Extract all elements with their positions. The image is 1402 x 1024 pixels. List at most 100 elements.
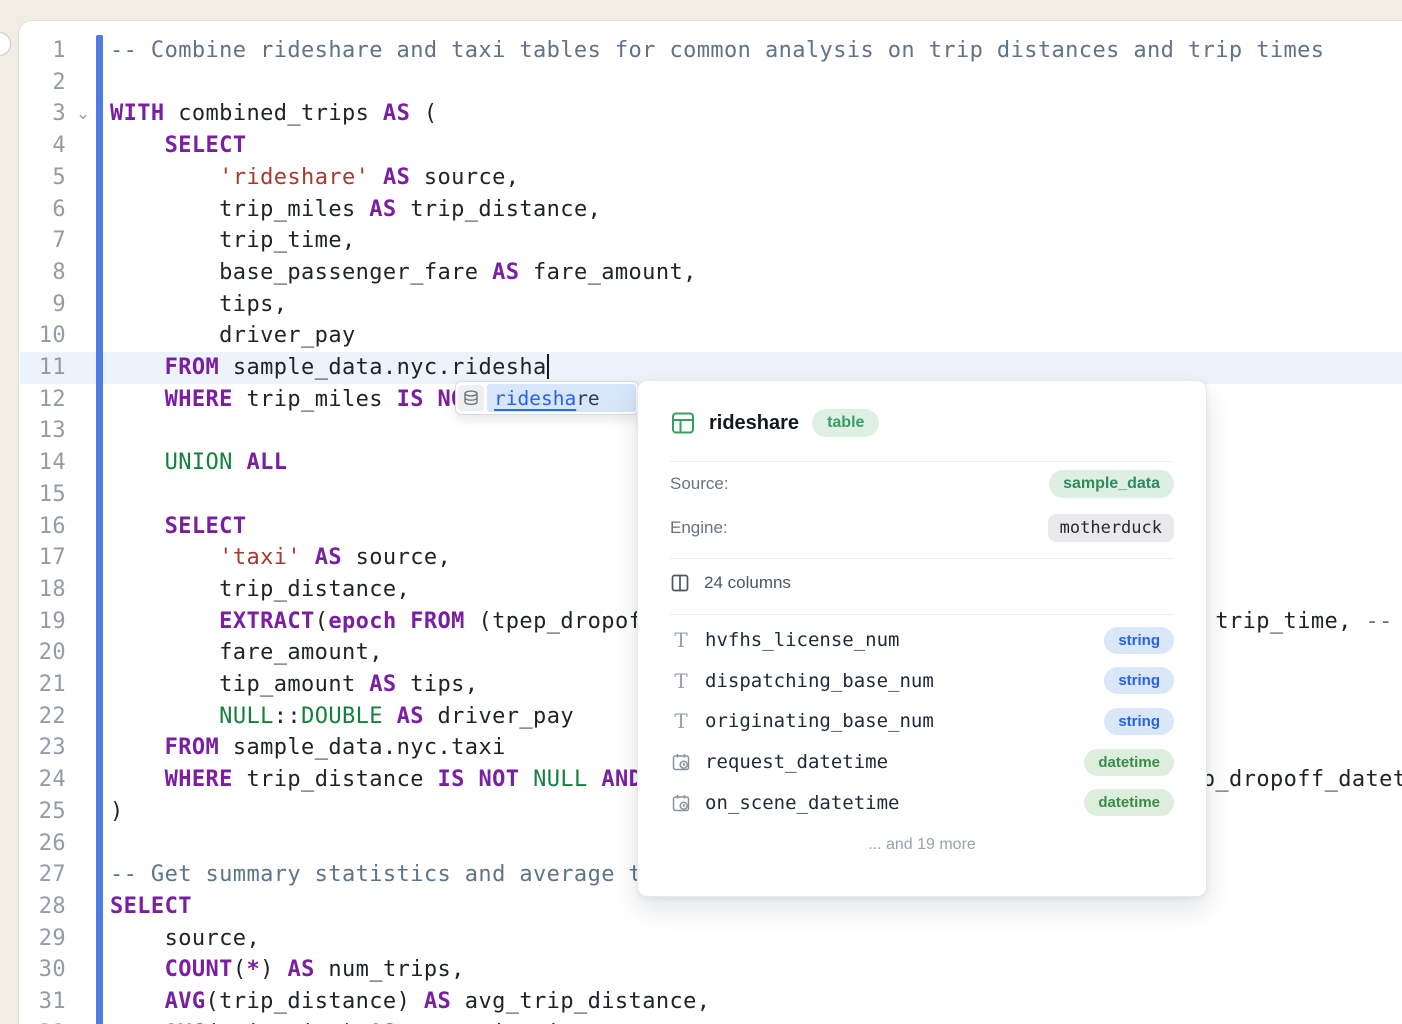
code-line[interactable]: )	[110, 796, 124, 828]
calendar-clock-icon	[670, 793, 692, 813]
column-row: request_datetime datetime	[670, 742, 1174, 783]
engine-label: Engine:	[670, 518, 728, 538]
line-number[interactable]: 23	[22, 732, 66, 764]
column-row: Thvfhs_license_num string	[670, 620, 1174, 661]
column-name: on_scene_datetime	[705, 792, 899, 814]
column-type-badge: datetime	[1084, 749, 1174, 776]
text-cursor	[547, 354, 549, 379]
database-icon	[458, 385, 484, 411]
code-line[interactable]: FROM sample_data.nyc.ridesha	[110, 352, 549, 384]
code-line[interactable]: trip_distance,	[110, 574, 410, 606]
line-number[interactable]: 12	[22, 384, 66, 416]
line-number[interactable]: 1	[22, 35, 66, 67]
source-badge: sample_data	[1049, 470, 1174, 498]
active-pane-indicator	[96, 35, 103, 1024]
code-line[interactable]: AVG(trip_distance) AS avg_trip_distance,	[110, 986, 710, 1018]
code-line[interactable]: FROM sample_data.nyc.taxi	[110, 732, 506, 764]
column-name: hvfhs_license_num	[705, 629, 899, 651]
code-line[interactable]: NULL::DOUBLE AS driver_pay	[110, 701, 574, 733]
column-type-badge: datetime	[1084, 789, 1174, 816]
line-number[interactable]: 2	[22, 67, 66, 99]
autocomplete-rest-text: re	[576, 387, 599, 410]
text-type-icon: T	[670, 711, 692, 731]
line-number[interactable]: 4	[22, 130, 66, 162]
line-number[interactable]: 28	[22, 891, 66, 923]
column-type-badge: string	[1104, 667, 1174, 694]
calendar-clock-icon	[670, 752, 692, 772]
code-line[interactable]: -- Combine rideshare and taxi tables for…	[110, 35, 1324, 67]
source-row: Source: sample_data	[670, 462, 1174, 506]
source-label: Source:	[670, 474, 729, 494]
code-line[interactable]: base_passenger_fare AS fare_amount,	[110, 257, 697, 289]
line-number[interactable]: 20	[22, 637, 66, 669]
line-number[interactable]: 17	[22, 542, 66, 574]
line-number[interactable]: 29	[22, 923, 66, 955]
motherduck-sql-editor: 1 -- Combine rideshare and taxi tables fo…	[0, 0, 1402, 1024]
autocomplete-match-text: ridesha	[494, 387, 576, 410]
line-number[interactable]: 18	[22, 574, 66, 606]
line-number[interactable]: 16	[22, 511, 66, 543]
column-name: dispatching_base_num	[705, 670, 934, 692]
code-line[interactable]: SELECT	[110, 511, 246, 543]
line-number[interactable]: 25	[22, 796, 66, 828]
line-number[interactable]: 7	[22, 225, 66, 257]
code-line[interactable]: source,	[110, 923, 260, 955]
line-number[interactable]: 19	[22, 606, 66, 638]
code-line[interactable]: driver_pay	[110, 320, 356, 352]
autocomplete-item-rideshare[interactable]: rideshare	[487, 384, 636, 412]
code-line[interactable]: AVG(trip_time) AS avg_trip_time,	[110, 1018, 601, 1024]
table-name-title: rideshare	[709, 412, 799, 435]
line-number[interactable]: 14	[22, 447, 66, 479]
code-line[interactable]: tip_amount AS tips,	[110, 669, 478, 701]
more-columns-text: ... and 19 more	[670, 836, 1174, 854]
line-number[interactable]: 13	[22, 415, 66, 447]
line-number[interactable]: 30	[22, 954, 66, 986]
code-line[interactable]: trip_miles AS trip_distance,	[110, 194, 601, 226]
table-type-badge: table	[812, 409, 879, 437]
line-number[interactable]: 8	[22, 257, 66, 289]
line-number[interactable]: 21	[22, 669, 66, 701]
code-line[interactable]: 'rideshare' AS source,	[110, 162, 519, 194]
column-type-badge: string	[1104, 627, 1174, 654]
line-number[interactable]: 26	[22, 828, 66, 860]
text-type-icon: T	[670, 630, 692, 650]
table-info-card: rideshare table Source: sample_data Engi…	[637, 380, 1207, 897]
line-number[interactable]: 3	[22, 98, 66, 130]
line-number[interactable]: 32	[22, 1018, 66, 1024]
column-name: originating_base_num	[705, 710, 934, 732]
engine-badge: motherduck	[1048, 514, 1174, 542]
code-line[interactable]: SELECT	[110, 891, 192, 923]
line-number[interactable]: 15	[22, 479, 66, 511]
fold-chevron-icon[interactable]: ⌄	[72, 98, 94, 130]
table-info-header: rideshare table	[670, 381, 1174, 438]
column-type-badge: string	[1104, 708, 1174, 735]
code-line[interactable]: SELECT	[110, 130, 246, 162]
columns-icon	[670, 573, 690, 593]
code-line[interactable]: tips,	[110, 289, 287, 321]
code-line[interactable]: fare_amount,	[110, 637, 383, 669]
column-row: Toriginating_base_num string	[670, 701, 1174, 742]
line-number[interactable]: 27	[22, 859, 66, 891]
code-line[interactable]: UNION ALL	[110, 447, 287, 479]
line-number[interactable]: 11	[22, 352, 66, 384]
line-number[interactable]: 31	[22, 986, 66, 1018]
code-line[interactable]: WITH combined_trips AS (	[110, 98, 438, 130]
text-type-icon: T	[670, 671, 692, 691]
line-number[interactable]: 6	[22, 194, 66, 226]
column-row: Tdispatching_base_num string	[670, 661, 1174, 702]
line-number[interactable]: 9	[22, 289, 66, 321]
autocomplete-popup: rideshare	[455, 381, 639, 415]
code-line[interactable]: trip_time,	[110, 225, 356, 257]
column-list: Thvfhs_license_numstringTdispatching_bas…	[670, 615, 1174, 823]
column-name: request_datetime	[705, 751, 888, 773]
line-number[interactable]: 10	[22, 320, 66, 352]
line-number[interactable]: 5	[22, 162, 66, 194]
code-line[interactable]: 'taxi' AS source,	[110, 542, 451, 574]
line-number[interactable]: 22	[22, 701, 66, 733]
code-line[interactable]: COUNT(*) AS num_trips,	[110, 954, 465, 986]
line-number[interactable]: 24	[22, 764, 66, 796]
table-icon	[670, 410, 696, 436]
engine-row: Engine: motherduck	[670, 506, 1174, 550]
column-row: on_scene_datetime datetime	[670, 782, 1174, 823]
columns-count-row: 24 columns	[670, 559, 1174, 607]
